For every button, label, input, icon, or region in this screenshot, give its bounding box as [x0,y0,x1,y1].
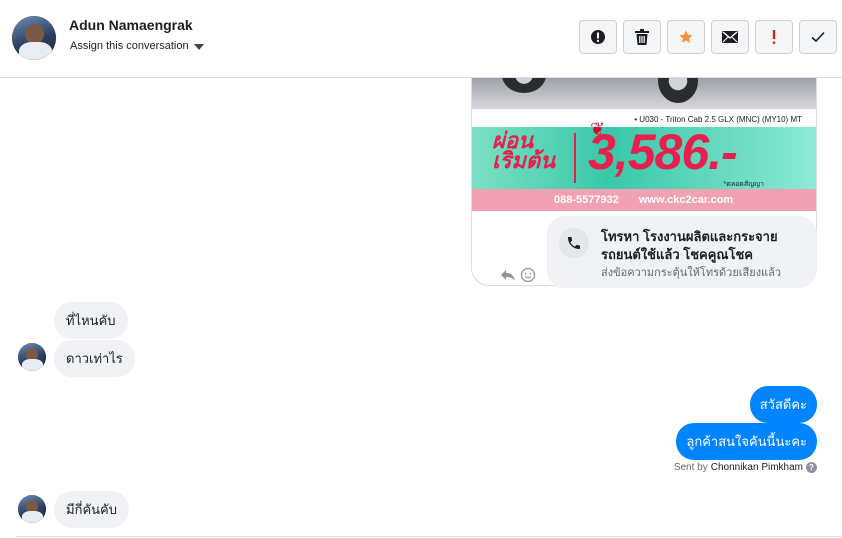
incoming-message[interactable]: มีกี่คันคับ [54,491,129,528]
message-thread[interactable]: • U030 - Triton Cab 2.5 GLX (MNC) (MY10)… [0,78,842,536]
promo-contact-bar: 088-5577932 www.ckc2car.com [472,189,816,211]
outgoing-message[interactable]: ลูกค้าสนใจคันนี้นะคะ [676,423,817,460]
customer-avatar[interactable] [18,495,46,523]
trash-icon [635,29,649,45]
incoming-message[interactable]: ที่ไหนคับ [54,302,128,339]
conversation-toolbar [579,20,837,54]
sender-name[interactable]: Chonnikan Pimkham [711,462,803,473]
conversation-header: Adun Namaengrak Assign this conversation [0,0,842,78]
spam-button[interactable] [579,20,617,54]
mark-done-button[interactable] [799,20,837,54]
customer-avatar[interactable] [18,343,46,371]
promo-headline: ผ่อน เริ่มต้น [492,128,556,173]
checkmark-icon [811,31,825,43]
exclamation-icon [772,30,776,44]
promo-website: www.ckc2car.com [638,194,734,206]
promo-divider [574,133,576,183]
promo-phone: 088-5577932 [554,194,619,206]
envelope-icon [722,31,738,43]
reply-icon[interactable] [500,267,516,283]
mark-unread-button[interactable] [711,20,749,54]
composer-divider [16,536,842,537]
sent-by-prefix: Sent by [673,462,708,473]
follow-up-button[interactable] [755,20,793,54]
incoming-message[interactable]: ดาวเท่าไร [54,340,135,377]
promo-price: 3,586.- [588,124,738,180]
call-card-subtitle: ส่งข้อความกระตุ้นให้โทรด้วยเสียงแล้ว [601,267,782,279]
phone-icon [559,228,589,258]
contact-avatar[interactable] [12,16,56,60]
outgoing-message[interactable]: สวัสดีคะ [749,386,817,423]
exclamation-circle-icon [591,30,605,44]
sent-by-indicator: Sent by Chonnikan Pimkham ? [674,462,817,473]
message-actions [500,267,536,283]
caret-down-icon [193,43,204,50]
contact-name[interactable]: Adun Namaengrak [69,17,193,33]
emoji-reaction-icon[interactable] [520,267,536,283]
assign-conversation-dropdown[interactable]: Assign this conversation [70,40,204,52]
delete-button[interactable] [623,20,661,54]
help-icon[interactable]: ? [806,462,817,473]
star-button[interactable] [667,20,705,54]
star-icon [679,30,693,43]
call-request-card[interactable]: โทรหา โรงงานผลิตและกระจาย รถยนต์ใช้แล้ว … [547,216,817,288]
call-card-title: โทรหา โรงงานผลิตและกระจาย รถยนต์ใช้แล้ว … [601,229,778,262]
assign-label: Assign this conversation [70,40,189,52]
